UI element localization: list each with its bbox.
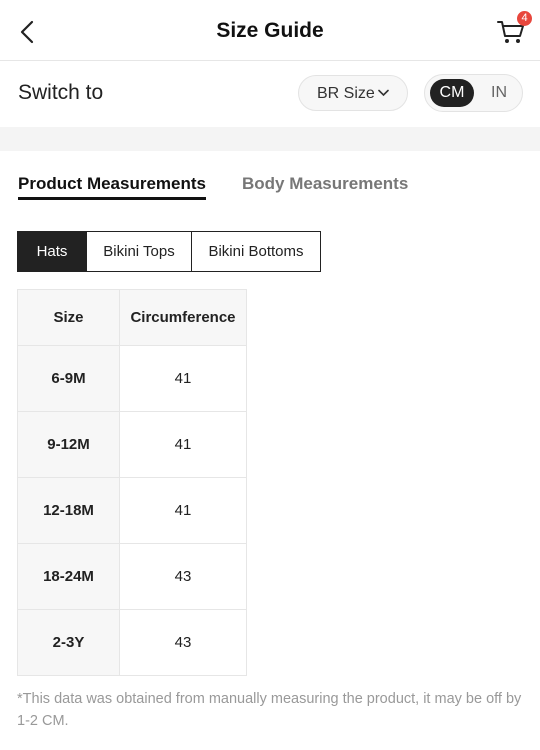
- size-system-value: BR Size: [317, 85, 375, 102]
- table-row: 12-18M 41: [17, 477, 247, 544]
- unit-in-option[interactable]: IN: [480, 79, 518, 107]
- size-cell: 6-9M: [17, 345, 120, 412]
- circumference-cell: 41: [119, 411, 247, 478]
- column-header-circumference: Circumference: [119, 289, 247, 346]
- circumference-cell: 41: [119, 477, 247, 544]
- table-row: 9-12M 41: [17, 411, 247, 478]
- column-header-size: Size: [17, 289, 120, 346]
- size-table: Size Circumference 6-9M 41 9-12M 41 12-1…: [17, 289, 247, 676]
- unit-switch-row: Switch to BR Size CM IN: [0, 61, 540, 127]
- chevron-down-icon: [378, 89, 389, 97]
- cart-count-badge: 4: [517, 11, 532, 26]
- measurement-note: *This data was obtained from manually me…: [17, 691, 522, 729]
- top-bar: Size Guide 4: [0, 0, 540, 61]
- table-header-row: Size Circumference: [17, 289, 247, 346]
- switch-label: Switch to: [18, 81, 104, 104]
- size-cell: 9-12M: [17, 411, 120, 478]
- size-cell: 12-18M: [17, 477, 120, 544]
- circumference-cell: 43: [119, 543, 247, 610]
- size-cell: 18-24M: [17, 543, 120, 610]
- category-bikini-tops[interactable]: Bikini Tops: [86, 232, 191, 271]
- unit-toggle: CM IN: [424, 74, 523, 112]
- tab-product-measurements[interactable]: Product Measurements: [18, 174, 206, 200]
- size-system-dropdown[interactable]: BR Size: [298, 75, 408, 111]
- size-cell: 2-3Y: [17, 609, 120, 676]
- tab-body-measurements[interactable]: Body Measurements: [242, 174, 408, 194]
- page-title: Size Guide: [216, 19, 324, 42]
- category-hats[interactable]: Hats: [18, 232, 86, 271]
- category-bikini-bottoms[interactable]: Bikini Bottoms: [191, 232, 320, 271]
- section-divider: [0, 127, 540, 151]
- table-row: 2-3Y 43: [17, 609, 247, 676]
- circumference-cell: 41: [119, 345, 247, 412]
- table-row: 6-9M 41: [17, 345, 247, 412]
- circumference-cell: 43: [119, 609, 247, 676]
- category-selector: Hats Bikini Tops Bikini Bottoms: [17, 231, 321, 272]
- unit-cm-option[interactable]: CM: [430, 79, 474, 107]
- table-row: 18-24M 43: [17, 543, 247, 610]
